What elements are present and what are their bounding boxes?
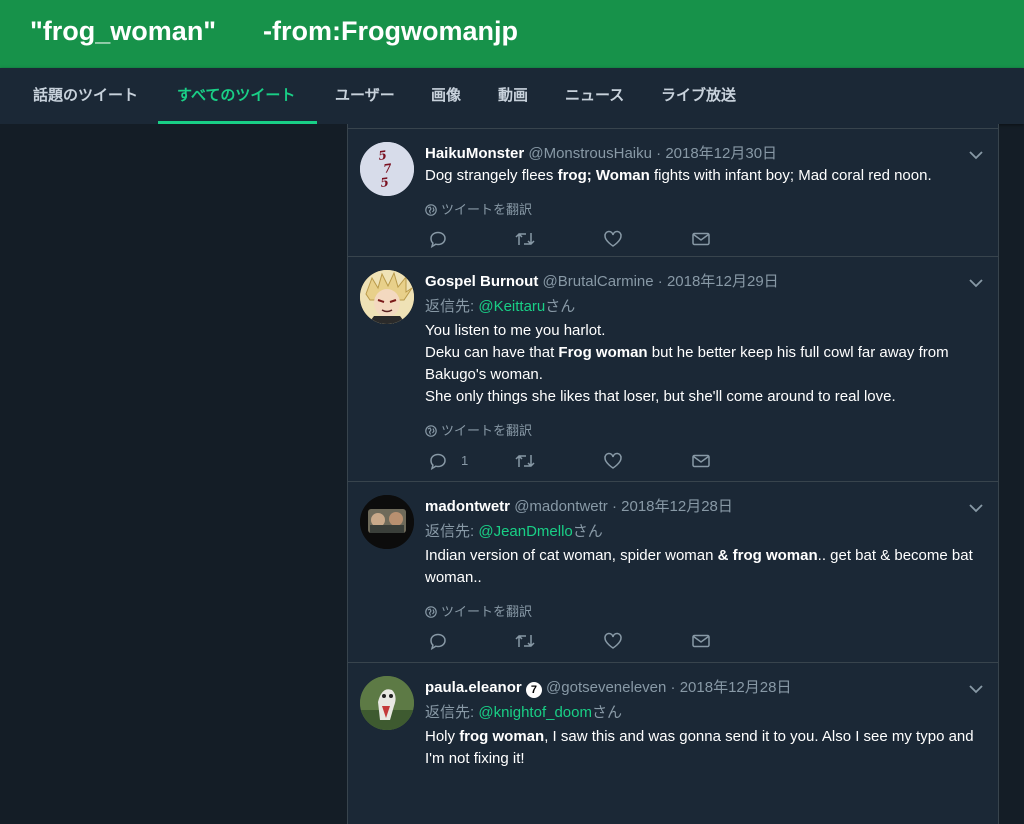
reply-to-link[interactable]: @Keittaru (478, 298, 545, 315)
verified-badge: 7 (525, 682, 542, 698)
retweet-button[interactable] (514, 632, 536, 652)
retweet-icon (515, 634, 535, 648)
user-handle[interactable]: @MonstrousHaiku (528, 145, 652, 162)
direct-message-button[interactable] (691, 632, 711, 652)
translate-tweet-link[interactable]: ツイートを翻訳 (425, 420, 532, 439)
user-name[interactable]: HaikuMonster (425, 145, 524, 162)
tab-all-tweets[interactable]: すべてのツイート (177, 68, 295, 124)
avatar-image-icon: 5 7 5 (360, 142, 414, 196)
envelope-icon (692, 634, 710, 648)
tweet-text: Holy frog woman, I saw this and was gonn… (425, 728, 974, 767)
retweet-icon (515, 454, 535, 468)
retweet-icon (515, 232, 535, 246)
user-name[interactable]: Gospel Burnout (425, 273, 538, 290)
direct-message-button[interactable] (691, 230, 711, 250)
reply-button[interactable]: 1 (429, 452, 489, 472)
chevron-down-icon[interactable] (968, 150, 984, 160)
search-term: "frog_woman" (30, 16, 217, 46)
separator: · (611, 498, 617, 515)
avatar-image-icon (360, 676, 414, 730)
reply-context: 返信先: @JeanDmelloさん (425, 523, 603, 540)
translate-tweet-link[interactable]: ツイートを翻訳 (425, 601, 532, 620)
separator: · (670, 679, 676, 696)
reply-icon (430, 453, 446, 470)
tweet-header: paula.eleanor 7 @gotseveneleven · 2018年1… (425, 676, 791, 698)
avatar-image-icon (360, 495, 414, 549)
globe-icon (425, 606, 437, 618)
reply-to-link[interactable]: @JeanDmello (478, 523, 572, 540)
like-button[interactable] (603, 230, 623, 250)
tweet-card[interactable]: paula.eleanor 7 @gotseveneleven · 2018年1… (348, 663, 998, 823)
avatar[interactable] (360, 270, 414, 324)
tweet-date[interactable]: 2018年12月28日 (621, 498, 733, 515)
translate-tweet-link[interactable]: ツイートを翻訳 (425, 199, 532, 218)
search-tabs: 話題のツイート すべてのツイート ユーザー 画像 動画 ニュース ライブ放送 (0, 68, 1024, 124)
heart-icon (604, 632, 622, 649)
user-handle[interactable]: @BrutalCarmine (543, 273, 654, 290)
tweet-date[interactable]: 2018年12月30日 (665, 145, 777, 162)
tab-top-tweets[interactable]: 話題のツイート (33, 68, 138, 124)
tweet-card[interactable]: 5 7 5 HaikuMonster @MonstrousHaiku · 201… (348, 129, 998, 257)
heart-icon (604, 230, 622, 247)
globe-icon (425, 204, 437, 216)
tab-news[interactable]: ニュース (565, 68, 624, 124)
chevron-down-icon[interactable] (968, 278, 984, 288)
tab-videos[interactable]: 動画 (498, 68, 528, 124)
left-column (0, 124, 347, 780)
direct-message-button[interactable] (691, 452, 711, 472)
tab-live[interactable]: ライブ放送 (661, 68, 736, 124)
tweet-header: HaikuMonster @MonstrousHaiku · 2018年12月3… (425, 142, 777, 163)
search-header: "frog_woman" -from:Frogwomanjp (0, 0, 1024, 68)
separator: · (657, 273, 663, 290)
tweet-text: You listen to me you harlot. Deku can ha… (425, 322, 949, 405)
reply-button[interactable] (429, 632, 447, 652)
tweet-header: Gospel Burnout @BrutalCarmine · 2018年12月… (425, 270, 779, 291)
user-handle[interactable]: @gotseveneleven (546, 679, 666, 696)
tweet-text: Dog strangely flees frog; Woman fights w… (425, 167, 932, 184)
chevron-down-icon[interactable] (968, 503, 984, 513)
avatar[interactable] (360, 676, 414, 730)
reply-context: 返信先: @knightof_doomさん (425, 704, 622, 721)
tweet-card[interactable]: madontwetr @madontwetr · 2018年12月28日 返信先… (348, 482, 998, 663)
tweet-date[interactable]: 2018年12月28日 (680, 679, 792, 696)
reply-context: 返信先: @Keittaruさん (425, 298, 576, 315)
envelope-icon (692, 232, 710, 246)
like-button[interactable] (603, 452, 623, 472)
reply-button[interactable] (429, 230, 447, 250)
tweet-date[interactable]: 2018年12月29日 (667, 273, 779, 290)
tweet-card[interactable]: Gospel Burnout @BrutalCarmine · 2018年12月… (348, 257, 998, 482)
avatar-image-icon (360, 270, 414, 324)
separator: · (656, 145, 662, 162)
tweet-timeline: 5 7 5 HaikuMonster @MonstrousHaiku · 201… (347, 124, 999, 824)
user-name[interactable]: paula.eleanor (425, 679, 522, 696)
envelope-icon (692, 454, 710, 468)
retweet-button[interactable] (514, 452, 536, 472)
search-operator: -from:Frogwomanjp (263, 16, 518, 46)
reply-icon (430, 231, 446, 248)
tweet-text: Indian version of cat woman, spider woma… (425, 547, 973, 586)
heart-icon (604, 452, 622, 469)
reply-icon (430, 633, 446, 650)
chevron-down-icon[interactable] (968, 684, 984, 694)
user-name[interactable]: madontwetr (425, 498, 510, 515)
globe-icon (425, 425, 437, 437)
user-handle[interactable]: @madontwetr (514, 498, 608, 515)
reply-to-link[interactable]: @knightof_doom (478, 704, 592, 721)
tab-images[interactable]: 画像 (431, 68, 461, 124)
tweet-header: madontwetr @madontwetr · 2018年12月28日 (425, 495, 733, 516)
reply-count: 1 (461, 453, 469, 468)
retweet-button[interactable] (514, 230, 536, 250)
tab-users[interactable]: ユーザー (335, 68, 395, 124)
avatar[interactable]: 5 7 5 (360, 142, 414, 196)
avatar[interactable] (360, 495, 414, 549)
like-button[interactable] (603, 632, 623, 652)
